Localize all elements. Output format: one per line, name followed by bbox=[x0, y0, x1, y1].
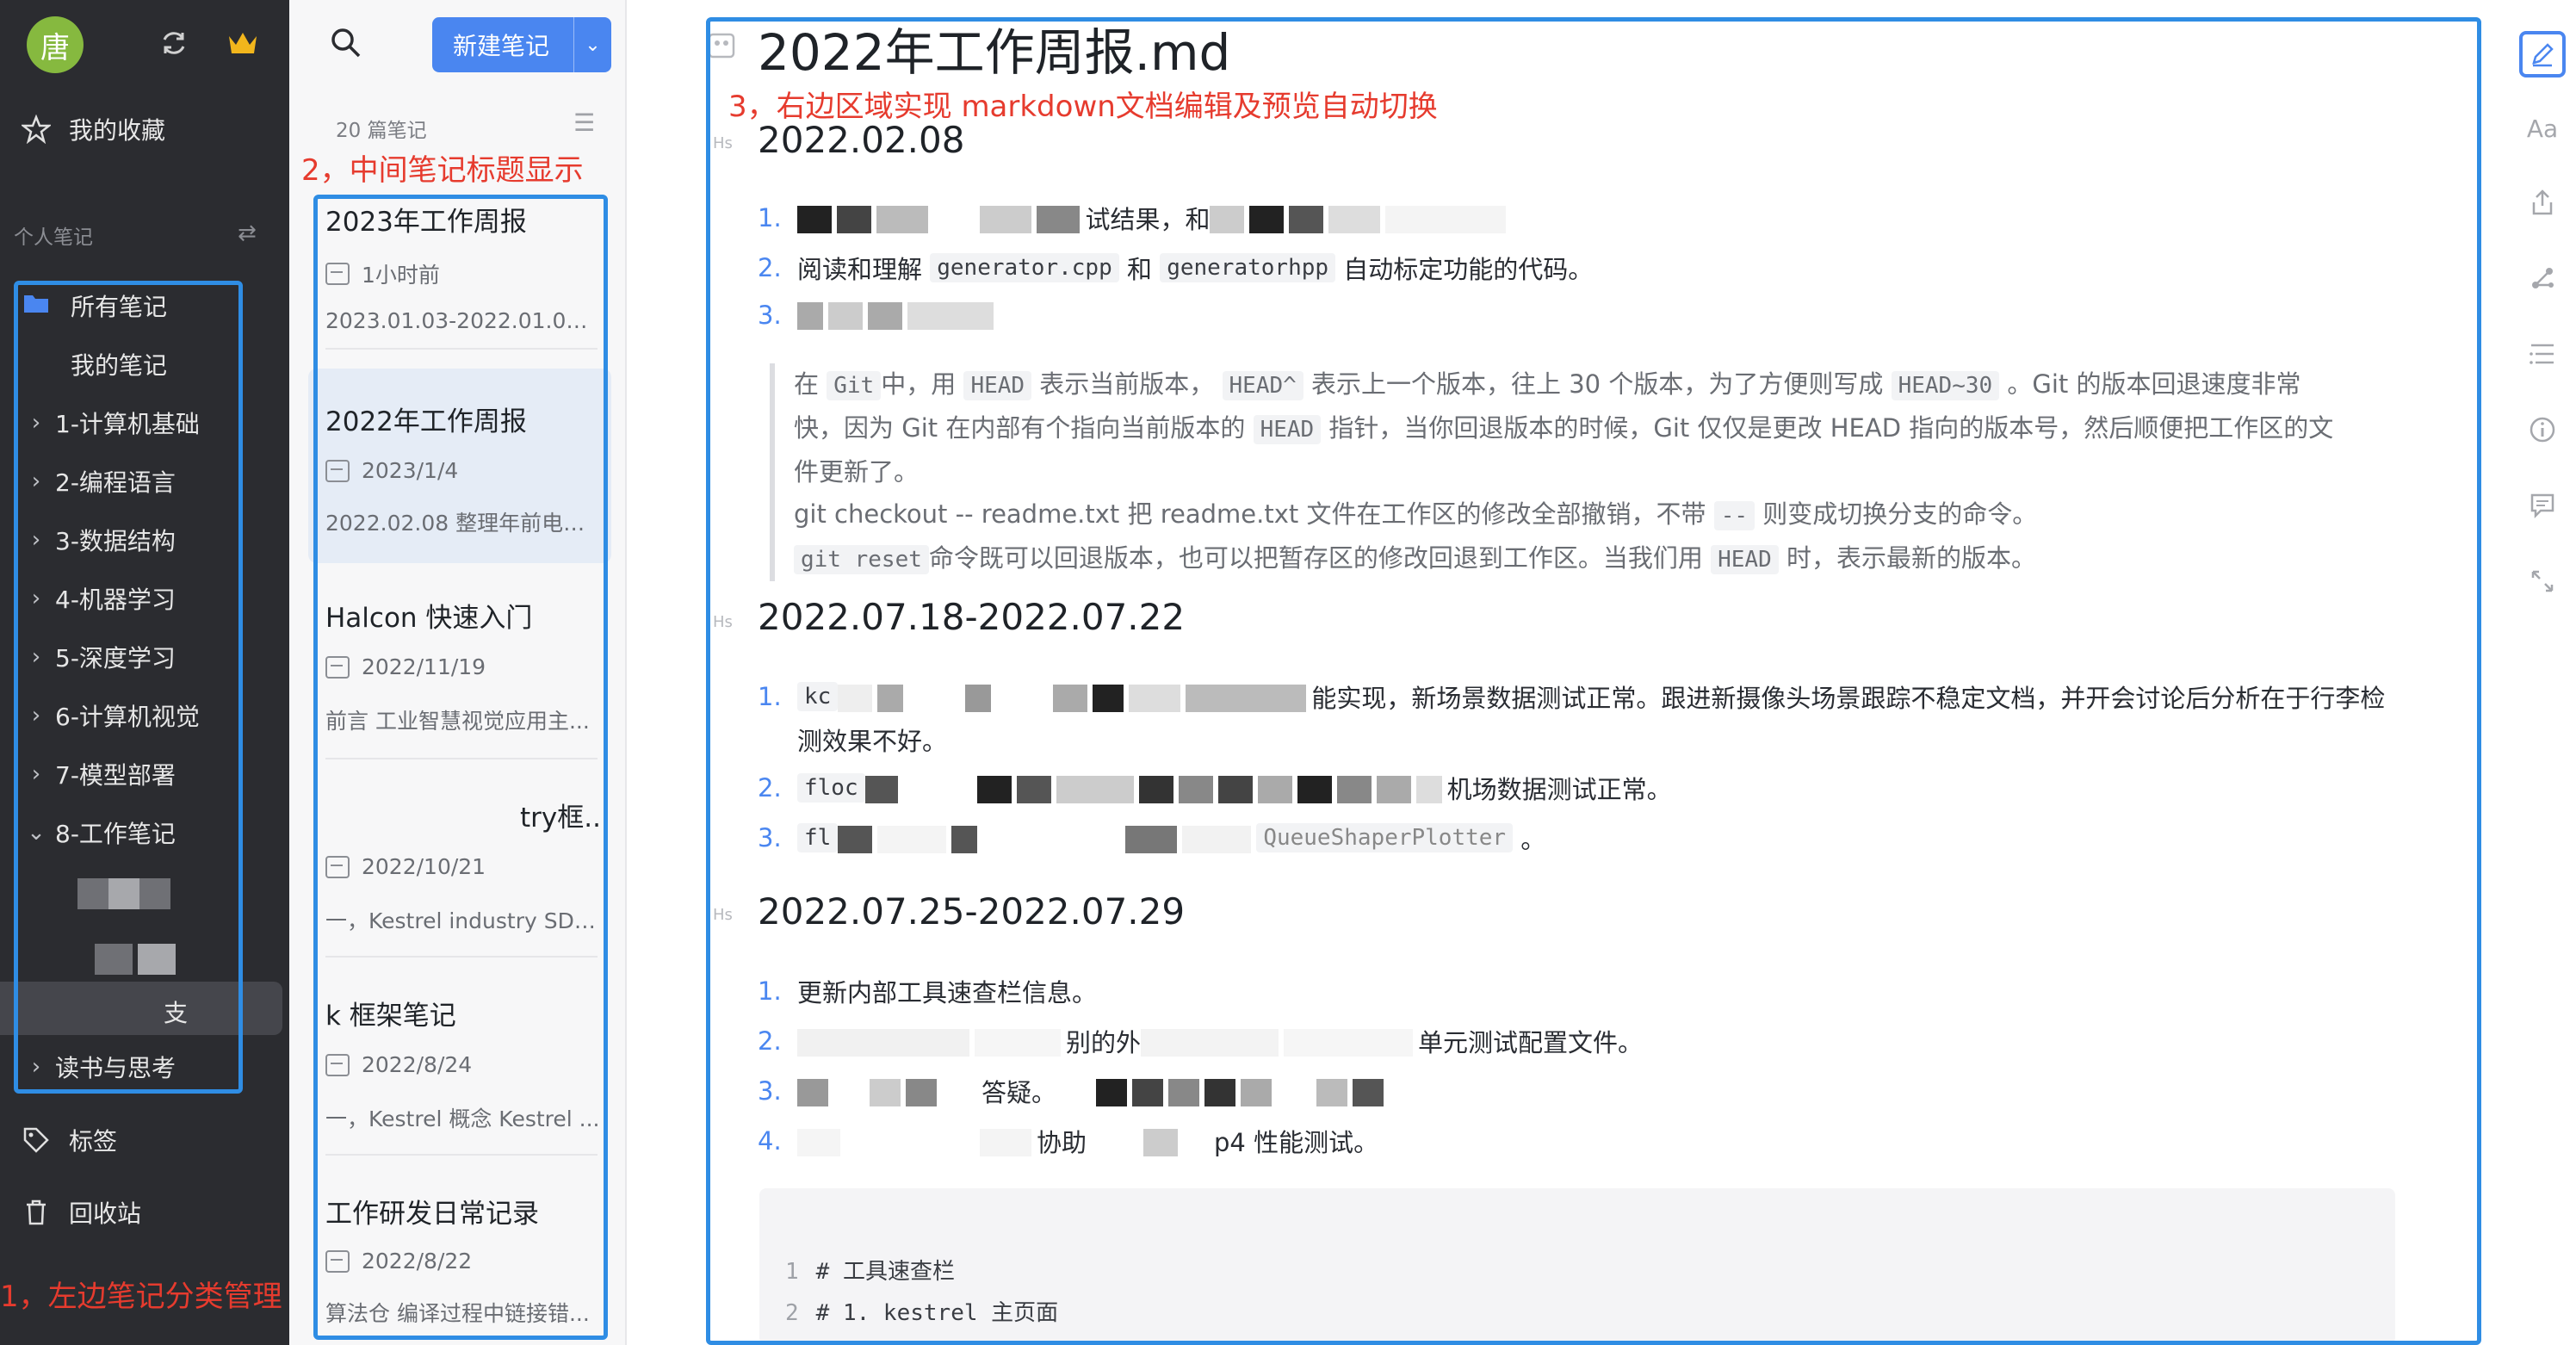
annotation-box-middle bbox=[313, 195, 608, 1340]
favorites-item[interactable]: 我的收藏 bbox=[0, 102, 289, 156]
sync-icon[interactable] bbox=[153, 22, 195, 64]
trash-icon bbox=[17, 1193, 55, 1231]
edit-icon[interactable] bbox=[2519, 31, 2566, 77]
tags-item[interactable]: 标签 bbox=[0, 1113, 289, 1167]
right-toolbar: Aa bbox=[2509, 0, 2576, 1345]
info-icon[interactable] bbox=[2519, 406, 2566, 453]
tags-label: 标签 bbox=[69, 1127, 118, 1156]
sidebar: 唐 我的收藏 个人笔记 ⇄ 所有笔记 我的笔记 › 1-计算机基础 › 2-编程语言… bbox=[0, 0, 289, 1345]
annotation-box-left bbox=[14, 281, 243, 1094]
section-label: 个人笔记 bbox=[14, 226, 93, 249]
outline-icon[interactable] bbox=[2519, 331, 2566, 377]
trash-label: 回收站 bbox=[69, 1199, 142, 1228]
comment-icon[interactable] bbox=[2519, 482, 2566, 529]
crown-icon[interactable] bbox=[222, 22, 263, 64]
star-icon bbox=[17, 110, 55, 148]
markdown-editor[interactable]: 2022年工作周报.md 3，右边区域实现 markdown文档编辑及预览自动切… bbox=[627, 0, 2509, 1345]
new-note-button[interactable]: 新建笔记 ⌄ bbox=[432, 17, 611, 72]
user-avatar[interactable]: 唐 bbox=[27, 16, 84, 73]
note-list: 新建笔记 ⌄ 20 篇笔记 ☰ 2023年工作周报 1小时前 2023.01.0… bbox=[289, 0, 627, 1345]
annotation-left: 1，左边笔记分类管理 bbox=[0, 1280, 282, 1314]
chevron-down-icon[interactable]: ⌄ bbox=[573, 17, 611, 72]
note-count: 20 篇笔记 bbox=[336, 120, 427, 142]
font-icon[interactable]: Aa bbox=[2519, 105, 2566, 152]
favorites-label: 我的收藏 bbox=[69, 116, 166, 145]
font-label: Aa bbox=[2526, 114, 2559, 143]
avatar-initial: 唐 bbox=[40, 30, 70, 65]
swap-icon[interactable]: ⇄ bbox=[238, 220, 257, 246]
mindmap-icon[interactable] bbox=[2519, 255, 2566, 301]
tag-icon bbox=[17, 1121, 55, 1159]
new-note-label: 新建笔记 bbox=[453, 32, 550, 60]
trash-item[interactable]: 回收站 bbox=[0, 1186, 289, 1239]
search-icon[interactable] bbox=[329, 26, 363, 64]
share-icon[interactable] bbox=[2519, 179, 2566, 226]
annotation-middle: 2，中间笔记标题显示 bbox=[301, 153, 584, 188]
expand-icon[interactable] bbox=[2519, 558, 2566, 604]
sort-icon[interactable]: ☰ bbox=[573, 108, 595, 137]
annotation-box-right bbox=[706, 17, 2481, 1345]
